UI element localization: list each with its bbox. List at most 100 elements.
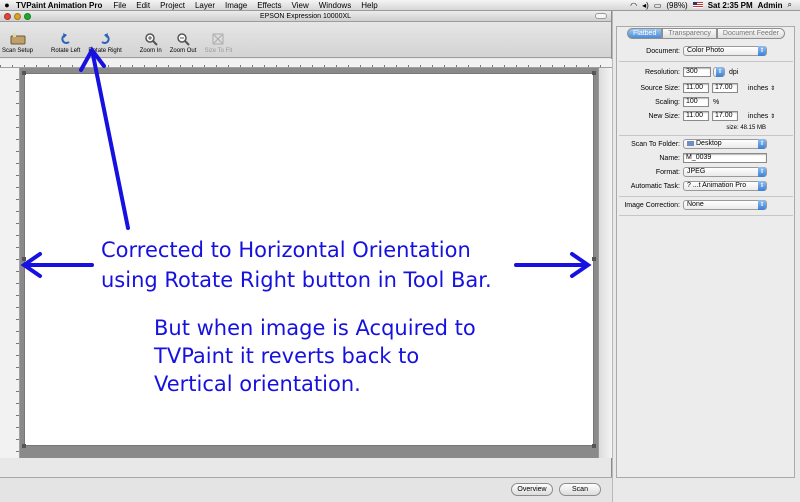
crop-handle-right[interactable] xyxy=(592,257,596,261)
rotate-left-label: Rotate Left xyxy=(51,48,81,54)
tab-document-feeder[interactable]: Document Feeder xyxy=(716,28,785,39)
divider xyxy=(619,135,793,136)
crop-handle-top-left[interactable] xyxy=(22,71,26,75)
menu-windows[interactable]: Windows xyxy=(314,1,356,10)
status-area: ◠ ◂) ▭ (98%) Sat 2:35 PM Admin ⌕ xyxy=(630,0,800,10)
size-to-fit-icon xyxy=(209,30,227,48)
crop-handle-bottom-right[interactable] xyxy=(592,444,596,448)
rotate-right-icon xyxy=(96,30,114,48)
resolution-dropdown[interactable] xyxy=(713,67,725,77)
menu-layer[interactable]: Layer xyxy=(190,1,220,10)
source-tabs: Flatbed Transparency Document Feeder xyxy=(627,28,785,39)
menu-file[interactable]: File xyxy=(108,1,131,10)
document-label: Document: xyxy=(646,47,680,55)
new-size-row: New Size: 11.00 17.00 inches ⇕ xyxy=(613,110,800,122)
new-width-field[interactable]: 11.00 xyxy=(683,111,709,121)
horizontal-ruler xyxy=(0,59,612,68)
zoom-out-button[interactable]: Zoom Out xyxy=(169,30,197,54)
window-titlebar[interactable]: EPSON Expression 10000XL xyxy=(0,11,611,22)
preview-scrollbar[interactable] xyxy=(598,68,612,458)
scaling-unit: % xyxy=(713,98,720,106)
tab-flatbed[interactable]: Flatbed xyxy=(627,28,663,39)
rotate-right-label: Rotate Right xyxy=(88,48,122,54)
folder-select[interactable]: Desktop xyxy=(683,139,767,149)
menu-edit[interactable]: Edit xyxy=(131,1,155,10)
divider xyxy=(619,196,793,197)
automatic-task-select[interactable]: ? ...t Animation Pro xyxy=(683,181,767,191)
app-menu[interactable]: TVPaint Animation Pro xyxy=(14,1,108,10)
divider xyxy=(619,215,793,216)
source-width-field[interactable]: 11.00 xyxy=(683,83,709,93)
menu-effects[interactable]: Effects xyxy=(252,1,286,10)
format-row: Format: JPEG xyxy=(613,166,800,178)
crop-handle-bottom-left[interactable] xyxy=(22,444,26,448)
size-to-fit-button[interactable]: Size To Fit xyxy=(204,30,232,54)
automatic-task-value: ? ...t Animation Pro xyxy=(687,182,747,189)
new-height-field[interactable]: 17.00 xyxy=(712,111,738,121)
toolbar-toggle-button[interactable] xyxy=(595,13,607,19)
apple-menu-icon[interactable]: ● xyxy=(0,0,14,10)
folder-value: Desktop xyxy=(696,140,722,147)
source-unit-dropdown-icon[interactable]: ⇕ xyxy=(768,85,775,92)
overview-button[interactable]: Overview xyxy=(511,483,553,496)
rotate-left-icon xyxy=(57,30,75,48)
window-close-button[interactable] xyxy=(4,13,11,20)
vertical-ruler xyxy=(0,68,20,458)
source-height-field[interactable]: 17.00 xyxy=(712,83,738,93)
scan-preview-page[interactable] xyxy=(22,71,596,448)
image-correction-label: Image Correction: xyxy=(624,201,680,209)
scaling-field[interactable]: 100 xyxy=(683,97,709,107)
scaling-label: Scaling: xyxy=(655,98,680,106)
name-row: Name: M_0039 xyxy=(613,152,800,164)
wifi-icon[interactable]: ◠ xyxy=(630,1,637,10)
format-select[interactable]: JPEG xyxy=(683,167,767,177)
new-size-label: New Size: xyxy=(648,112,680,120)
spotlight-icon[interactable]: ⌕ xyxy=(788,0,792,10)
clock[interactable]: Sat 2:35 PM xyxy=(708,1,753,10)
image-correction-select[interactable]: None xyxy=(683,200,767,210)
name-field[interactable]: M_0039 xyxy=(683,153,767,163)
menu-help[interactable]: Help xyxy=(356,1,382,10)
menu-bar: ● TVPaint Animation Pro File Edit Projec… xyxy=(0,0,800,11)
format-label: Format: xyxy=(655,168,680,176)
folder-label: Scan To Folder: xyxy=(631,140,680,148)
tab-transparency[interactable]: Transparency xyxy=(662,28,717,39)
menu-project[interactable]: Project xyxy=(155,1,190,10)
scan-setup-button[interactable]: Scan Setup xyxy=(2,30,33,54)
zoom-in-icon xyxy=(142,30,160,48)
menu-image[interactable]: Image xyxy=(220,1,252,10)
document-row: Document: Color Photo xyxy=(613,45,800,57)
new-unit-dropdown-icon[interactable]: ⇕ xyxy=(768,113,775,120)
folder-icon xyxy=(687,140,694,146)
volume-icon[interactable]: ◂) xyxy=(642,1,649,10)
automatic-task-label: Automatic Task: xyxy=(630,182,680,190)
battery-icon[interactable]: ▭ xyxy=(654,1,662,10)
zoom-out-label: Zoom Out xyxy=(169,48,197,54)
input-flag-icon[interactable] xyxy=(692,2,703,8)
size-to-fit-label: Size To Fit xyxy=(204,48,233,54)
name-label: Name: xyxy=(659,154,680,162)
user-menu[interactable]: Admin xyxy=(758,1,783,10)
resolution-unit: dpi xyxy=(729,68,739,76)
window-title: EPSON Expression 10000XL xyxy=(259,13,352,20)
divider xyxy=(619,61,793,62)
format-value: JPEG xyxy=(687,168,706,175)
source-unit: inches xyxy=(748,84,769,92)
window-zoom-button[interactable] xyxy=(24,13,31,20)
scan-settings-panel: Flatbed Transparency Document Feeder Doc… xyxy=(613,11,800,502)
window-minimize-button[interactable] xyxy=(14,13,21,20)
resolution-field[interactable]: 300 xyxy=(683,67,711,77)
preview-area xyxy=(20,68,612,458)
crop-handle-left[interactable] xyxy=(22,257,26,261)
resolution-label: Resolution: xyxy=(644,68,680,76)
rotate-right-button[interactable]: Rotate Right xyxy=(88,30,122,54)
document-select[interactable]: Color Photo xyxy=(683,46,767,56)
menu-view[interactable]: View xyxy=(287,1,314,10)
crop-handle-top-right[interactable] xyxy=(592,71,596,75)
scan-button[interactable]: Scan xyxy=(559,483,601,496)
rotate-left-button[interactable]: Rotate Left xyxy=(51,30,80,54)
file-size-row: size: 48.15 MB xyxy=(613,122,800,134)
scan-window: EPSON Expression 10000XL Scan Setup Rota… xyxy=(0,11,612,502)
source-size-label: Source Size: xyxy=(640,84,680,92)
zoom-in-button[interactable]: Zoom In xyxy=(140,30,162,54)
